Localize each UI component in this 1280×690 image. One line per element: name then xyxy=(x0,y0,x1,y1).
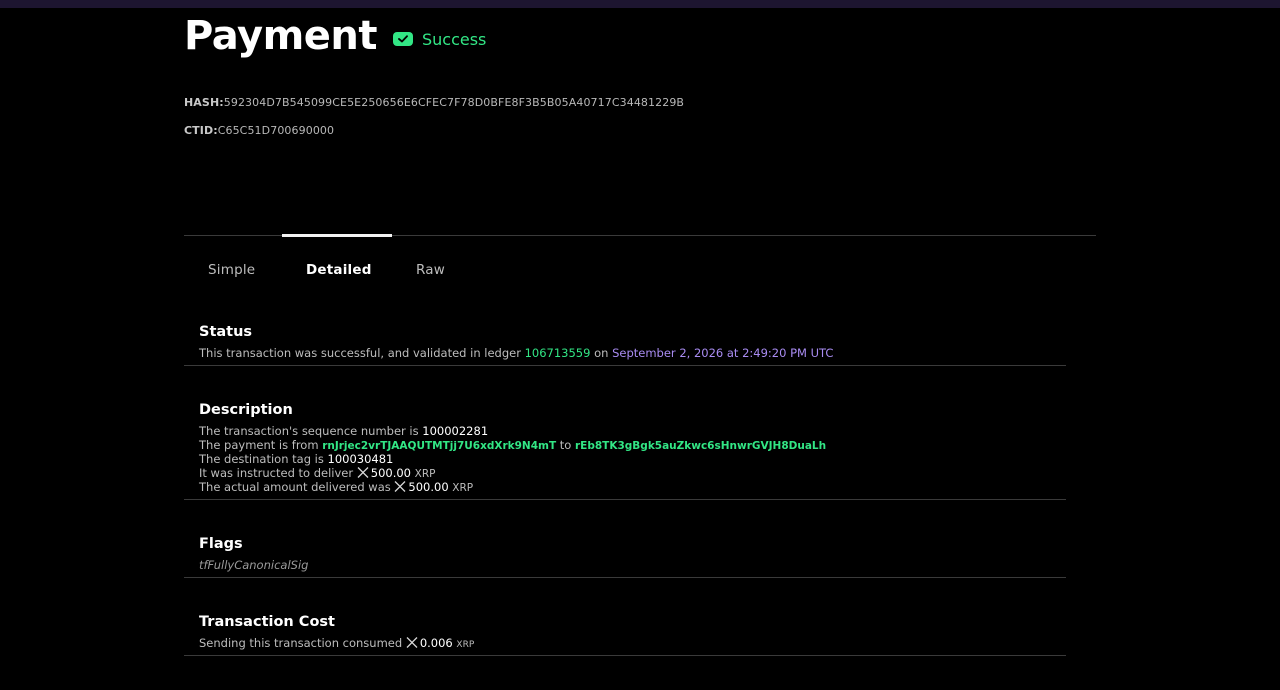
destination-tag-prefix: The destination tag is xyxy=(199,452,328,466)
check-badge-icon xyxy=(392,32,413,46)
section-title-transaction-cost: Transaction Cost xyxy=(199,614,335,630)
status-mid: on xyxy=(590,346,613,360)
destination-tag-value: 100030481 xyxy=(327,452,394,466)
status-text-line: This transaction was successful, and val… xyxy=(199,346,833,360)
instructed-currency: XRP xyxy=(414,468,436,480)
description-line-sequence: The transaction's sequence number is 100… xyxy=(199,424,488,438)
hash-line: HASH:592304D7B545099CE5E250656E6CFEC7F78… xyxy=(184,96,684,109)
tab-simple[interactable]: Simple xyxy=(208,262,255,278)
transaction-cost-section: Transaction Cost Sending this transactio… xyxy=(184,606,1066,656)
cost-prefix: Sending this transaction consumed xyxy=(199,636,406,650)
from-prefix: The payment is from xyxy=(199,438,323,452)
description-line-instructed: It was instructed to deliver 500.00 XRP xyxy=(199,466,435,481)
cost-amount: 0.006 xyxy=(419,636,453,650)
sequence-value: 100002281 xyxy=(422,424,489,438)
section-title-flags: Flags xyxy=(199,536,243,552)
ctid-label: CTID: xyxy=(184,124,218,137)
xrp-logo-icon xyxy=(406,637,418,648)
date-link[interactable]: September 2, 2026 at 2:49:20 PM UTC xyxy=(612,346,833,360)
description-line-destination-tag: The destination tag is 100030481 xyxy=(199,452,393,466)
description-line-accounts: The payment is from rnJrjec2vrTJAAQUTMTj… xyxy=(199,438,826,453)
to-prefix: to xyxy=(556,438,575,452)
section-title-status: Status xyxy=(199,324,253,340)
to-account-link[interactable]: rEb8TK3gBgk5auZkwc6sHnwrGVJH8DuaLh xyxy=(575,440,826,452)
delivered-amount: 500.00 xyxy=(408,480,449,494)
section-title-description: Description xyxy=(199,402,293,418)
xrp-logo-icon xyxy=(394,481,406,492)
page-title: Payment xyxy=(184,13,377,59)
description-line-delivered: The actual amount delivered was 500.00 X… xyxy=(199,480,473,495)
instructed-amount: 500.00 xyxy=(370,466,411,480)
tab-detailed[interactable]: Detailed xyxy=(306,262,372,278)
ctid-value[interactable]: C65C51D700690000 xyxy=(218,124,334,137)
delivered-currency: XRP xyxy=(452,482,474,494)
flag-value: tfFullyCanonicalSig xyxy=(199,558,309,572)
tab-raw[interactable]: Raw xyxy=(416,262,445,278)
from-account-link[interactable]: rnJrjec2vrTJAAQUTMTjj7U6xdXrk9N4mT xyxy=(322,440,556,452)
status-badge: Success xyxy=(392,29,487,49)
status-text: Success xyxy=(421,29,487,49)
instructed-prefix: It was instructed to deliver xyxy=(199,466,357,480)
status-prefix: This transaction was successful, and val… xyxy=(199,346,525,360)
cost-line: Sending this transaction consumed 0.006 … xyxy=(199,636,474,652)
hash-label: HASH: xyxy=(184,96,224,109)
sequence-prefix: The transaction's sequence number is xyxy=(199,424,423,438)
xrp-logo-icon xyxy=(357,467,369,478)
hash-value[interactable]: 592304D7B545099CE5E250656E6CFEC7F78D0BFE… xyxy=(224,96,684,109)
title-row: Payment Success xyxy=(184,12,486,60)
flags-section: Flags tfFullyCanonicalSig xyxy=(184,528,1066,578)
ctid-line: CTID:C65C51D700690000 xyxy=(184,124,334,137)
active-tab-indicator xyxy=(282,234,392,237)
delivered-prefix: The actual amount delivered was xyxy=(199,480,395,494)
ledger-link[interactable]: 106713559 xyxy=(525,346,591,360)
cost-currency: XRP xyxy=(456,640,475,650)
status-section: Status This transaction was successful, … xyxy=(184,316,1066,366)
transaction-page: Payment Success HASH:592304D7B545099CE5E… xyxy=(0,0,1280,690)
description-section: Description The transaction's sequence n… xyxy=(184,394,1066,500)
